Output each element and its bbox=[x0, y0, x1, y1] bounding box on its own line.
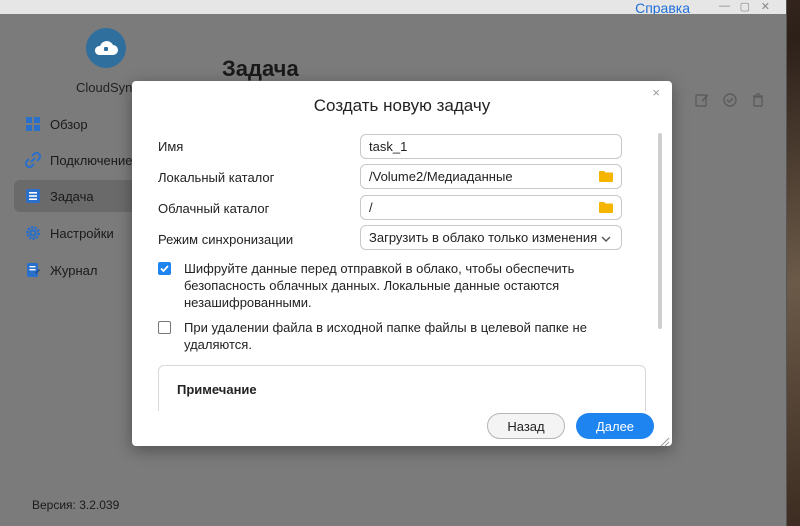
sidebar: CloudSync Обзор Подключение Задача Настр… bbox=[0, 14, 140, 526]
app-name: CloudSync bbox=[76, 80, 139, 95]
cloud-dir-label: Облачный каталог bbox=[158, 201, 270, 216]
note-panel: Примечание bbox=[158, 365, 646, 411]
cloud-dir-value: / bbox=[369, 200, 373, 215]
sidebar-item-label: Настройки bbox=[50, 225, 114, 241]
sidebar-item-settings[interactable]: Настройки bbox=[14, 217, 140, 249]
sidebar-item-label: Журнал bbox=[50, 262, 98, 278]
task-list-icon bbox=[24, 187, 42, 205]
sidebar-item-label: Подключение bbox=[50, 152, 133, 168]
encrypt-checkbox[interactable] bbox=[158, 262, 171, 275]
keep-files-checkbox[interactable] bbox=[158, 321, 171, 334]
grid-icon bbox=[24, 115, 42, 133]
close-icon[interactable]: × bbox=[652, 85, 660, 100]
version-label: Версия: 3.2.039 bbox=[32, 498, 120, 512]
task-toolbar bbox=[694, 92, 766, 108]
sidebar-item-label: Обзор bbox=[50, 116, 88, 132]
name-value: task_1 bbox=[369, 139, 408, 154]
note-title: Примечание bbox=[177, 382, 257, 397]
sidebar-item-connection[interactable]: Подключение bbox=[14, 144, 140, 176]
gear-icon bbox=[24, 224, 42, 242]
name-field[interactable]: task_1 bbox=[360, 134, 622, 159]
sidebar-item-log[interactable]: Журнал bbox=[14, 254, 140, 286]
check-circle-icon[interactable] bbox=[722, 92, 738, 108]
cloud-dir-field[interactable]: / bbox=[360, 195, 622, 220]
cloudsync-logo bbox=[86, 28, 126, 68]
dialog-scrollbar[interactable] bbox=[658, 133, 662, 329]
sidebar-item-task[interactable]: Задача bbox=[14, 180, 140, 212]
sync-mode-select[interactable]: Загрузить в облако только изменения bbox=[360, 225, 622, 250]
close-window-icon[interactable]: ✕ bbox=[761, 0, 770, 13]
local-dir-label: Локальный каталог bbox=[158, 170, 275, 185]
next-button[interactable]: Далее bbox=[576, 413, 654, 439]
folder-icon[interactable] bbox=[599, 170, 613, 182]
app-topbar: Справка — ▢ ✕ bbox=[0, 0, 786, 16]
maximize-icon[interactable]: ▢ bbox=[740, 0, 750, 13]
folder-icon[interactable] bbox=[599, 201, 613, 213]
back-button[interactable]: Назад bbox=[487, 413, 565, 439]
edit-icon[interactable] bbox=[694, 92, 710, 108]
checkmark-icon bbox=[160, 265, 169, 273]
chevron-down-icon bbox=[601, 232, 611, 242]
dialog-title: Создать новую задачу bbox=[313, 96, 491, 115]
local-dir-field[interactable]: /Volume2/Медиаданные bbox=[360, 164, 622, 189]
name-label: Имя bbox=[158, 139, 184, 154]
create-task-dialog: Создать новую задачу × Имя task_1 Локаль… bbox=[132, 81, 672, 447]
local-dir-value: /Volume2/Медиаданные bbox=[369, 169, 513, 184]
log-icon bbox=[24, 261, 42, 279]
sync-mode-value: Загрузить в облако только изменения bbox=[369, 230, 598, 245]
trash-icon[interactable] bbox=[750, 92, 766, 108]
link-icon bbox=[24, 151, 42, 169]
sync-mode-label: Режим синхронизации bbox=[158, 232, 294, 247]
resize-grip-icon[interactable] bbox=[660, 434, 670, 447]
sidebar-item-overview[interactable]: Обзор bbox=[14, 108, 140, 140]
page-title: Задача bbox=[222, 56, 299, 81]
encrypt-option-text: Шифруйте данные перед отправкой в облако… bbox=[184, 261, 575, 310]
keep-files-option-text: При удалении файла в исходной папке файл… bbox=[184, 320, 587, 352]
minimize-icon[interactable]: — bbox=[719, 0, 730, 12]
sidebar-item-label: Задача bbox=[50, 188, 94, 204]
